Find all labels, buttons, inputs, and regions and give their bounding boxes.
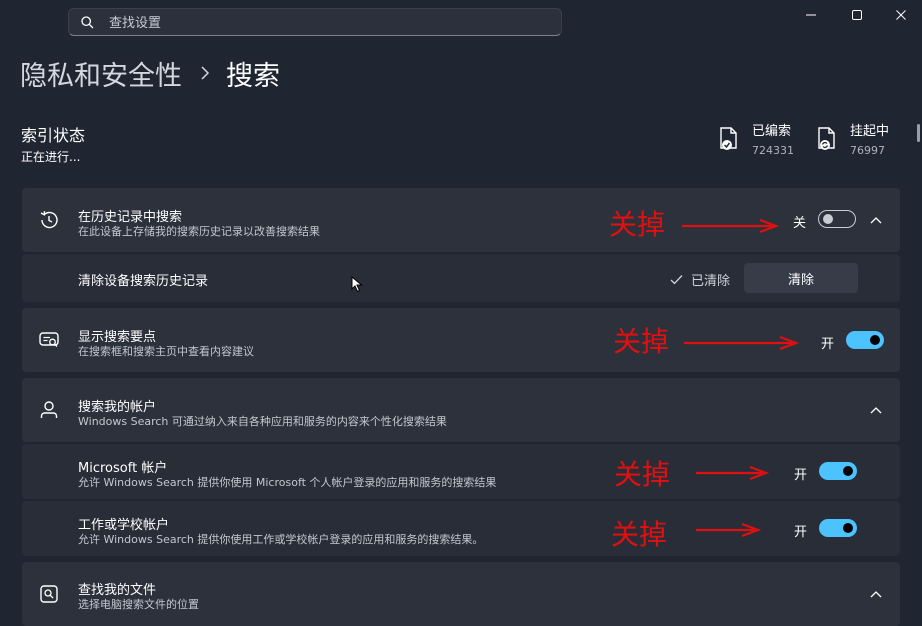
annotation-arrow [684,335,800,351]
pending-count: 76997 [850,144,885,157]
clear-history-title: 清除设备搜索历史记录 [78,274,209,289]
document-sync-icon [818,127,835,150]
minimize-button[interactable] [800,4,822,26]
annotation-text: 关掉 [611,518,668,551]
chevron-up-icon[interactable] [868,402,884,418]
cleared-status-text: 已清除 [690,274,730,289]
work-account-toggle[interactable] [819,519,857,537]
annotation-arrow [696,522,762,538]
scrollbar-thumb[interactable] [917,124,920,142]
search-input[interactable] [107,9,551,37]
close-icon [896,10,906,20]
breadcrumb-parent-link[interactable]: 隐私和安全性 [20,54,182,93]
work-account-desc: 允许 Windows Search 提供你使用工作或学校帐户登录的应用和服务的搜… [78,533,484,546]
indexed-stat: 已编索 724331 [718,124,794,159]
file-search-icon [40,585,58,603]
annotation-arrow [696,465,770,481]
chevron-up-icon[interactable] [868,212,884,228]
search-highlights-state: 开 [821,337,835,352]
search-history-desc: 在此设备上存储我的搜索历史记录以改善搜索结果 [78,225,320,238]
indexing-status-title: 索引状态 [21,126,86,145]
pending-stat: 挂起中 76997 [816,124,889,159]
indexed-label: 已编索 [752,124,792,139]
search-history-state: 关 [793,216,807,231]
search-highlights-icon [39,332,59,347]
microsoft-account-state: 开 [794,468,808,483]
indexed-count: 724331 [752,144,794,157]
mouse-cursor-icon [351,276,363,293]
annotation-text: 关掉 [613,325,670,358]
work-account-card: 工作或学校帐户 允许 Windows Search 提供你使用工作或学校帐户登录… [22,501,900,556]
breadcrumb: 隐私和安全性 搜索 [20,53,280,93]
maximize-button[interactable] [846,4,868,26]
clear-button[interactable]: 清除 [744,263,858,293]
cleared-status: 已清除 [670,270,730,289]
search-history-toggle[interactable] [818,210,856,228]
search-box[interactable] [68,8,562,37]
chevron-up-icon[interactable] [868,586,884,602]
indexing-status-text: 正在进行... [21,150,81,164]
annotation-arrow [682,218,780,234]
page-title: 搜索 [226,60,280,92]
find-files-desc: 选择电脑搜索文件的位置 [78,598,199,611]
work-account-state: 开 [794,525,808,540]
minimize-icon [806,14,816,16]
annotation-text: 关掉 [609,208,666,241]
chevron-right-icon [200,66,210,80]
search-accounts-card[interactable]: 搜索我的帐户 Windows Search 可通过纳入来自各种应用和服务的内容来… [22,378,900,442]
microsoft-account-toggle[interactable] [819,462,857,480]
history-icon [40,211,58,229]
annotation-text: 关掉 [614,458,671,491]
search-highlights-desc: 在搜索框和搜索主页中查看内容建议 [78,345,254,358]
checkmark-icon [670,275,683,285]
close-button[interactable] [890,4,912,26]
find-files-card[interactable]: 查找我的文件 选择电脑搜索文件的位置 [22,562,900,626]
document-check-icon [720,127,737,150]
search-highlights-toggle[interactable] [846,331,884,349]
clear-history-card: 清除设备搜索历史记录 已清除 清除 [22,254,900,302]
microsoft-account-desc: 允许 Windows Search 提供你使用 Microsoft 个人帐户登录… [78,476,497,489]
maximize-icon [852,10,862,20]
search-accounts-desc: Windows Search 可通过纳入来自各种应用和服务的内容来个性化搜索结果 [78,415,447,428]
pending-label: 挂起中 [850,124,890,139]
person-icon [40,401,58,418]
search-icon [81,16,94,29]
